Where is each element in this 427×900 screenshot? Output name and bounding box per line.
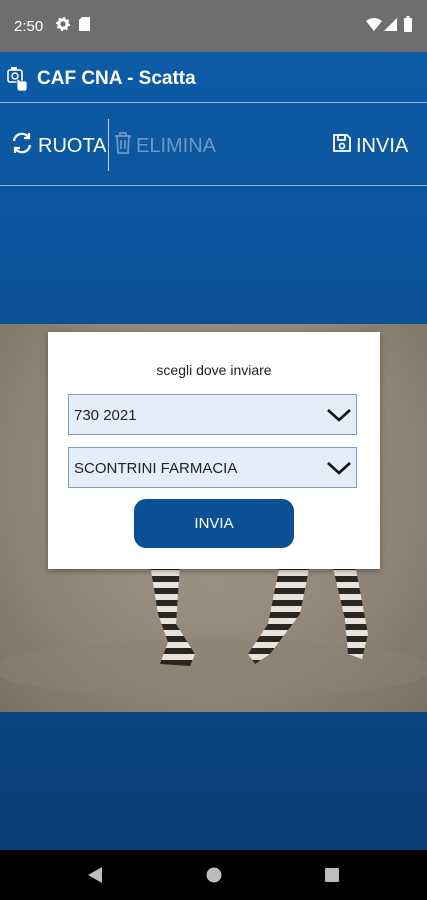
chevron-down-icon	[326, 405, 352, 430]
sd-card-icon	[79, 17, 90, 35]
toolbar-separator	[108, 119, 109, 171]
wifi-icon	[366, 18, 382, 35]
settings-gear-icon	[56, 17, 70, 35]
toolbar-divider	[0, 185, 427, 186]
battery-icon	[404, 16, 412, 36]
save-disk-icon	[332, 133, 356, 159]
camera-touch-logo-icon	[6, 64, 28, 97]
rotate-button[interactable]: RUOTA	[10, 131, 107, 161]
app-title: CAF CNA - Scatta	[37, 68, 196, 89]
status-time: 2:50	[14, 18, 44, 35]
category-select[interactable]: SCONTRINI FARMACIA	[68, 447, 357, 488]
app-header: CAF CNA - Scatta	[0, 52, 427, 102]
trash-icon	[114, 132, 136, 160]
send-toolbar-label: INVIA	[356, 134, 409, 157]
delete-button[interactable]: ELIMINA	[114, 132, 217, 160]
home-icon[interactable]	[206, 867, 222, 888]
system-navigation-bar	[0, 850, 427, 900]
status-bar: 2:50	[0, 0, 427, 52]
toolbar: RUOTA ELIMINA INVIA	[0, 103, 427, 185]
delete-label: ELIMINA	[136, 134, 217, 157]
year-select-value: 730 2021	[74, 407, 137, 424]
dialog-send-button[interactable]: INVIA	[134, 499, 294, 548]
back-icon[interactable]	[88, 867, 102, 888]
rotate-label: RUOTA	[38, 134, 107, 157]
rotate-icon	[10, 131, 38, 161]
send-toolbar-button[interactable]: INVIA	[332, 133, 408, 159]
chevron-down-icon	[326, 458, 352, 483]
recents-icon[interactable]	[325, 868, 339, 887]
send-destination-dialog: scegli dove inviare 730 2021 SCONTRINI F…	[48, 332, 380, 569]
category-select-value: SCONTRINI FARMACIA	[74, 460, 238, 477]
year-select[interactable]: 730 2021	[68, 394, 357, 435]
cell-signal-icon	[384, 18, 397, 35]
dialog-prompt: scegli dove inviare	[156, 362, 272, 378]
